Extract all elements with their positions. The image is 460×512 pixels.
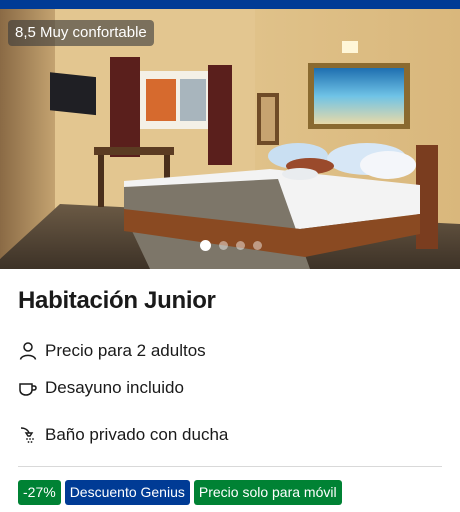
discount-percent-badge: -27% (18, 480, 61, 505)
room-photo[interactable] (0, 9, 460, 269)
carousel-dots[interactable] (0, 240, 460, 251)
carousel-dot-3[interactable] (236, 241, 245, 250)
review-score-badge: 8,5 Muy confortable (8, 20, 154, 46)
carousel-dot-2[interactable] (219, 241, 228, 250)
room-photo-image (0, 9, 460, 269)
carousel-dot-1[interactable] (200, 240, 211, 251)
carousel-dot-4[interactable] (253, 241, 262, 250)
divider (18, 466, 442, 467)
feature-occupancy: Precio para 2 adultos (18, 339, 206, 363)
mobile-price-badge: Precio solo para móvil (193, 480, 342, 505)
top-brand-strip (0, 0, 460, 9)
deal-badges: -27% Descuento Genius Precio solo para m… (18, 480, 342, 505)
feature-breakfast-label: Desayuno incluido (45, 378, 184, 397)
feature-occupancy-label: Precio para 2 adultos (45, 341, 206, 360)
shower-icon (18, 425, 38, 445)
feature-bathroom-label: Baño privado con ducha (45, 425, 229, 444)
feature-bathroom: Baño privado con ducha (18, 423, 228, 447)
room-title: Habitación Junior (18, 287, 216, 314)
person-icon (18, 341, 38, 361)
feature-breakfast: Desayuno incluido (18, 376, 184, 400)
coffee-cup-icon (18, 378, 38, 398)
genius-discount-badge: Descuento Genius (64, 480, 190, 505)
